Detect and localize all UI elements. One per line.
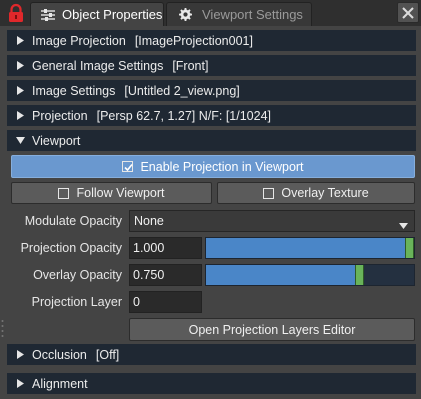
follow-viewport-label: Follow Viewport	[76, 186, 165, 200]
chevron-right-icon	[15, 379, 25, 388]
overlay-opacity-slider[interactable]	[205, 264, 415, 286]
open-layers-editor-button[interactable]: Open Projection Layers Editor	[129, 318, 415, 341]
section-label: Projection	[32, 108, 88, 123]
lock-icon[interactable]	[6, 3, 26, 23]
resize-grip[interactable]	[1, 318, 4, 340]
tab-viewport-settings[interactable]: Viewport Settings	[166, 2, 312, 26]
projection-opacity-slider[interactable]	[205, 237, 415, 259]
section-value: [Persp 62.7, 1.27] N/F: [1/1024]	[96, 108, 272, 123]
modulate-opacity-dropdown[interactable]: None	[129, 210, 415, 232]
gear-icon	[179, 8, 192, 21]
follow-viewport-toggle[interactable]: Follow Viewport	[11, 182, 212, 204]
slider-handle[interactable]	[405, 238, 414, 258]
section-value: [Untitled 2_view.png]	[124, 83, 240, 98]
projection-opacity-label: Projection Opacity	[20, 241, 122, 255]
tab-viewport-settings-label: Viewport Settings	[202, 7, 303, 22]
section-occlusion[interactable]: Occlusion [Off]	[7, 344, 416, 365]
section-label: Viewport	[32, 133, 81, 148]
tab-object-properties-label: Object Properties	[62, 7, 163, 22]
tab-object-properties[interactable]: Object Properties	[30, 2, 164, 26]
section-image-settings[interactable]: Image Settings [Untitled 2_view.png]	[7, 80, 416, 101]
section-label: General Image Settings	[32, 58, 164, 73]
chevron-down-icon	[15, 137, 25, 144]
chevron-down-icon	[399, 218, 408, 232]
slider-fill	[206, 238, 405, 258]
overlay-texture-toggle[interactable]: Overlay Texture	[217, 182, 415, 204]
overlay-opacity-label: Overlay Opacity	[33, 268, 122, 282]
sliders-icon	[41, 8, 55, 21]
slider-handle[interactable]	[355, 265, 364, 285]
projection-layer-label: Projection Layer	[31, 295, 122, 309]
section-projection[interactable]: Projection [Persp 62.7, 1.27] N/F: [1/10…	[7, 105, 416, 126]
enable-projection-toggle[interactable]: Enable Projection in Viewport	[11, 155, 415, 178]
section-alignment[interactable]: Alignment	[7, 373, 416, 394]
section-viewport[interactable]: Viewport	[7, 130, 416, 151]
chevron-right-icon	[15, 111, 25, 120]
chevron-right-icon	[15, 86, 25, 95]
checkbox-icon	[58, 187, 70, 199]
section-label: Image Projection	[32, 33, 126, 48]
section-label: Occlusion	[32, 347, 87, 362]
chevron-right-icon	[15, 350, 25, 359]
checkbox-icon	[263, 187, 275, 199]
close-button[interactable]	[397, 2, 419, 23]
section-image-projection[interactable]: Image Projection [ImageProjection001]	[7, 30, 416, 51]
overlay-opacity-input[interactable]: 0.750	[129, 264, 202, 286]
section-value: [Off]	[95, 347, 120, 362]
section-label: Alignment	[32, 376, 88, 391]
chevron-right-icon	[15, 36, 25, 45]
modulate-opacity-label: Modulate Opacity	[24, 214, 122, 228]
section-value: [Front]	[172, 58, 209, 73]
chevron-right-icon	[15, 61, 25, 70]
projection-layer-input[interactable]: 0	[129, 291, 202, 313]
projection-opacity-input[interactable]: 1.000	[129, 237, 202, 259]
section-general-image-settings[interactable]: General Image Settings [Front]	[7, 55, 416, 76]
overlay-texture-label: Overlay Texture	[281, 186, 369, 200]
section-label: Image Settings	[32, 83, 116, 98]
close-icon	[402, 6, 414, 19]
slider-fill	[206, 265, 355, 285]
enable-projection-label: Enable Projection in Viewport	[140, 159, 304, 174]
tab-bar: Object Properties Viewport Settings	[0, 0, 421, 26]
section-value: [ImageProjection001]	[134, 33, 253, 48]
modulate-opacity-value: None	[134, 214, 164, 228]
checkbox-checked-icon	[122, 161, 134, 172]
